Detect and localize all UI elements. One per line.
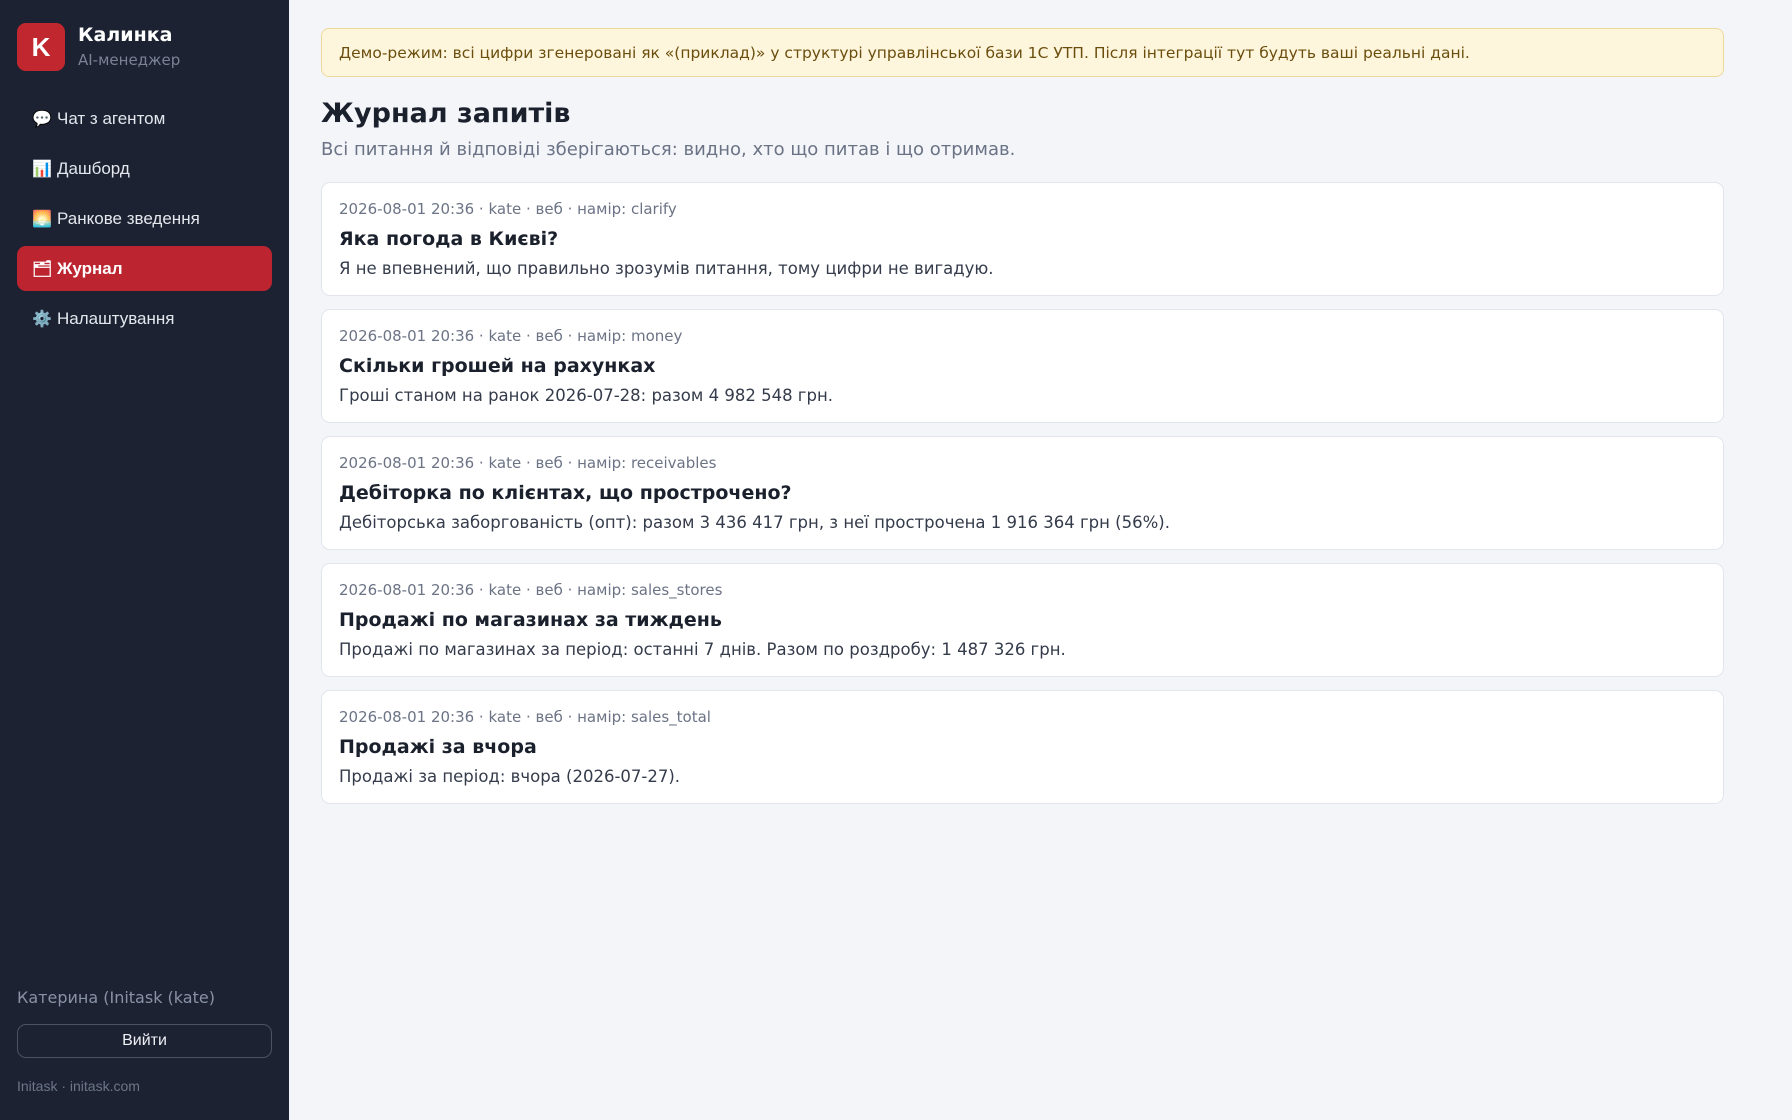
sidebar-item-label: Налаштування bbox=[57, 308, 175, 328]
sidebar-item-chat[interactable]: 💬 Чат з агентом bbox=[17, 96, 272, 141]
log-entry-meta: 2026-08-01 20:36 · kate · веб · намір: s… bbox=[339, 708, 711, 726]
sidebar-nav: 💬 Чат з агентом 📊 Дашборд 🌅 Ранкове звед… bbox=[17, 96, 272, 346]
log-entry-meta: 2026-08-01 20:36 · kate · веб · намір: s… bbox=[339, 581, 723, 599]
app-root: K Калинка AI-менеджер 💬 Чат з агентом 📊 … bbox=[0, 0, 1792, 1120]
sidebar-item-label: Дашборд bbox=[57, 158, 130, 178]
footer-links: Initask · initask.com bbox=[17, 1078, 140, 1094]
sidebar-item-dashboard[interactable]: 📊 Дашборд bbox=[17, 146, 272, 191]
brand-name: Калинка bbox=[78, 24, 173, 46]
logout-button[interactable]: Вийти bbox=[17, 1024, 272, 1058]
log-entry-question: Дебіторка по клієнтах, що прострочено? bbox=[339, 482, 792, 504]
sidebar: K Калинка AI-менеджер 💬 Чат з агентом 📊 … bbox=[0, 0, 289, 1120]
log-entry-question: Яка погода в Києві? bbox=[339, 228, 559, 250]
log-entry: 2026-08-01 20:36 · kate · веб · намір: r… bbox=[321, 436, 1724, 550]
log-entry-answer: Продажі за період: вчора (2026-07-27). bbox=[339, 767, 681, 786]
log-entry-answer: Я не впевнений, що правильно зрозумів пи… bbox=[339, 259, 994, 278]
main-content: Демо-режим: всі цифри згенеровані як «(п… bbox=[289, 0, 1792, 1120]
log-entry: 2026-08-01 20:36 · kate · веб · намір: s… bbox=[321, 690, 1724, 804]
log-entry-answer: Дебіторська заборгованість (опт): разом … bbox=[339, 513, 1170, 532]
log-entry-meta: 2026-08-01 20:36 · kate · веб · намір: c… bbox=[339, 200, 677, 218]
sidebar-item-label: Журнал bbox=[57, 258, 123, 278]
request-log-list: 2026-08-01 20:36 · kate · веб · намір: c… bbox=[321, 182, 1724, 817]
folder-icon: 🗂 bbox=[32, 260, 53, 278]
log-entry-question: Продажі за вчора bbox=[339, 736, 537, 758]
brand[interactable]: K Калинка AI-менеджер bbox=[17, 23, 180, 71]
page-title: Журнал запитів bbox=[321, 98, 571, 129]
bar-chart-icon: 📊 bbox=[32, 160, 52, 178]
log-entry-meta: 2026-08-01 20:36 · kate · веб · намір: m… bbox=[339, 327, 683, 345]
sidebar-item-settings[interactable]: ⚙️ Налаштування bbox=[17, 296, 272, 341]
log-entry: 2026-08-01 20:36 · kate · веб · намір: c… bbox=[321, 182, 1724, 296]
sidebar-item-label: Ранкове зведення bbox=[57, 208, 200, 228]
demo-mode-banner: Демо-режим: всі цифри згенеровані як «(п… bbox=[321, 28, 1724, 77]
sidebar-item-morning-summary[interactable]: 🌅 Ранкове зведення bbox=[17, 196, 272, 241]
sunrise-icon: 🌅 bbox=[32, 210, 52, 228]
brand-logo: K bbox=[17, 23, 65, 71]
log-entry-question: Скільки грошей на рахунках bbox=[339, 355, 656, 377]
log-entry-question: Продажі по магазинах за тиждень bbox=[339, 609, 722, 631]
log-entry: 2026-08-01 20:36 · kate · веб · намір: m… bbox=[321, 309, 1724, 423]
sidebar-item-label: Чат з агентом bbox=[57, 108, 166, 128]
log-entry-meta: 2026-08-01 20:36 · kate · веб · намір: r… bbox=[339, 454, 717, 472]
log-entry: 2026-08-01 20:36 · kate · веб · намір: s… bbox=[321, 563, 1724, 677]
page-subtitle: Всі питання й відповіді зберігаються: ви… bbox=[321, 139, 1016, 160]
sidebar-item-journal[interactable]: 🗂 Журнал bbox=[17, 246, 272, 291]
log-entry-answer: Продажі по магазинах за період: останні … bbox=[339, 640, 1066, 659]
brand-text: Калинка AI-менеджер bbox=[78, 23, 180, 71]
current-user-name: Катерина (Initask (kate) bbox=[17, 988, 215, 1007]
log-entry-answer: Гроші станом на ранок 2026-07-28: разом … bbox=[339, 386, 833, 405]
chat-bubble-icon: 💬 bbox=[32, 110, 52, 128]
brand-subtitle: AI-менеджер bbox=[78, 51, 181, 69]
gear-icon: ⚙️ bbox=[32, 310, 52, 328]
